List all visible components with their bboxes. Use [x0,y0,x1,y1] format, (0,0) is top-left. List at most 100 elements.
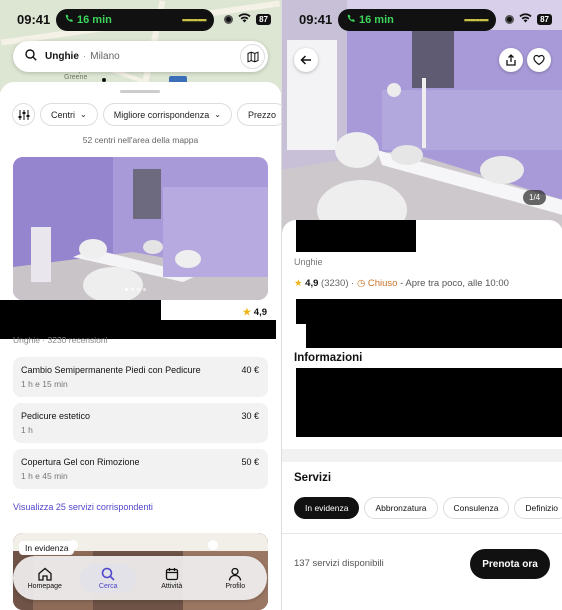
battery-icon: 87 [256,14,271,25]
photo-pager [125,288,146,291]
salon-category: Unghie [294,257,323,267]
star-icon: ★ [242,307,252,318]
photo-counter: 1/4 [523,190,547,205]
redacted-info [296,368,562,437]
waveform-icon: ▪▪▪▪▪▪▪▪▪▪▪ [181,15,207,25]
tab-label: Cerca [98,582,118,590]
tab-bar: Homepage Cerca Attività Profilo [13,556,267,600]
tab-label: Profilo [225,582,246,590]
arrow-left-icon [300,55,311,65]
sliders-icon [18,109,29,120]
service-price: 30 € [241,411,259,421]
filter-chip-label: Centri [51,109,76,120]
record-icon [224,15,234,24]
listing-rating: ★ 4,9 [242,307,267,318]
salon-photo-image [13,157,268,300]
tab-cerca[interactable]: Cerca [80,563,137,593]
redacted-address [306,320,562,348]
search-icon [101,567,115,581]
person-icon [229,567,242,581]
chip-abbronzatura[interactable]: Abbronzatura [364,497,438,519]
service-name: Pedicure estetico [21,411,91,421]
call-duration: 16 min [77,14,112,26]
call-duration: 16 min [359,14,394,26]
service-name: Copertura Gel con Rimozione [21,457,140,467]
service-name: Cambio Semipermanente Piedi con Pedicure [21,365,201,375]
back-button[interactable] [294,48,318,72]
redacted-name [0,300,161,322]
favorite-button[interactable] [527,48,551,72]
status-time: 09:41 [17,12,51,27]
services-heading: Servizi [294,472,332,484]
status-time: 09:41 [299,12,333,27]
service-price: 40 € [241,365,259,375]
salon-detail-screen: 09:41 16 min ▪▪▪▪▪▪▪▪▪▪▪ 87 1/4 Unghie ★… [281,0,562,610]
service-duration: 1 h e 45 min [21,471,68,481]
opening-status: Chiuso [367,278,398,289]
redacted-name [296,220,416,252]
service-category-chips: In evidenza Abbronzatura Consulenza Defi… [294,497,562,519]
map-toggle-button[interactable] [240,44,265,69]
share-icon [506,54,516,66]
wifi-icon [238,13,251,26]
service-item[interactable]: Cambio Semipermanente Piedi con Pedicure… [13,357,268,397]
record-icon [505,15,515,24]
share-button[interactable] [499,48,523,72]
calendar-icon [165,567,178,580]
listing-photo[interactable] [13,157,268,300]
section-divider [282,449,562,462]
map-icon [247,50,258,63]
status-bar: 09:41 16 min ▪▪▪▪▪▪▪▪▪▪▪ 87 [0,0,281,40]
opening-next: - Apre tra poco, alle 10:00 [400,278,509,289]
phone-icon [64,10,73,32]
service-item[interactable]: Copertura Gel con Rimozione 1 h e 45 min… [13,449,268,489]
service-item[interactable]: Pedicure estetico 1 h 30 € [13,403,268,443]
search-separator: · [82,51,87,62]
filters-button[interactable] [12,103,35,126]
star-icon: ★ [294,278,303,289]
rating-value: 4,9 [305,278,319,289]
chevron-down-icon: ⌄ [80,110,87,119]
results-count: 52 centri nell'area della mappa [82,135,199,145]
filter-chip-sort[interactable]: Migliore corrispondenza ⌄ [102,103,232,126]
wifi-icon [519,13,532,26]
available-services: 137 servizi disponibili [294,558,384,569]
sheet-grabber[interactable] [120,90,160,93]
service-duration: 1 h e 15 min [21,379,68,389]
tab-label: Attività [161,582,183,590]
search-results-screen: ComprehenGreene 09:41 16 min ▪▪▪▪▪▪▪▪▪▪▪… [0,0,281,610]
tab-homepage[interactable]: Homepage [17,564,73,593]
salon-rating-line: ★ 4,9 (3230) · ◷ Chiuso - Apre tra poco,… [294,278,509,289]
filter-chip-price[interactable]: Prezzo [236,103,281,126]
search-query: Unghie [45,51,79,62]
detail-sheet: Unghie ★ 4,9 (3230) · ◷ Chiuso - Apre tr… [282,220,562,610]
chevron-down-icon: ⌄ [214,110,221,119]
clock-icon: ◷ [356,278,366,289]
dynamic-island[interactable]: 16 min ▪▪▪▪▪▪▪▪▪▪▪ [56,9,214,31]
booking-bar: 137 servizi disponibili Prenota ora [282,533,562,610]
chip-in-evidenza[interactable]: In evidenza [294,497,360,519]
chip-definizione[interactable]: Definizio [514,497,562,519]
battery-icon: 87 [537,14,552,25]
tab-profilo[interactable]: Profilo [207,564,263,593]
more-services-link[interactable]: Visualizza 25 servizi corrispondenti [13,502,153,512]
filter-chip-label: Prezzo [247,109,276,120]
waveform-icon: ▪▪▪▪▪▪▪▪▪▪▪ [463,15,489,25]
filter-chip-centri[interactable]: Centri ⌄ [40,103,98,126]
service-duration: 1 h [21,425,33,435]
chip-consulenza[interactable]: Consulenza [442,497,510,519]
dynamic-island[interactable]: 16 min ▪▪▪▪▪▪▪▪▪▪▪ [338,9,496,31]
search-location: Milano [90,51,120,62]
featured-badge: In evidenza [19,541,75,555]
heart-icon [533,54,545,66]
search-icon [25,48,37,66]
book-now-button[interactable]: Prenota ora [470,549,550,579]
home-icon [38,567,52,581]
search-bar[interactable]: Unghie · Milano [13,41,268,72]
listing-category: Unghie · 3230 recensioni [13,335,108,345]
info-heading: Informazioni [294,352,363,364]
review-count[interactable]: (3230) [321,278,348,289]
tab-attivita[interactable]: Attività [144,564,200,593]
filter-bar: Centri ⌄ Migliore corrispondenza ⌄ Prezzo [12,103,281,126]
separator-dot: · [351,278,355,289]
